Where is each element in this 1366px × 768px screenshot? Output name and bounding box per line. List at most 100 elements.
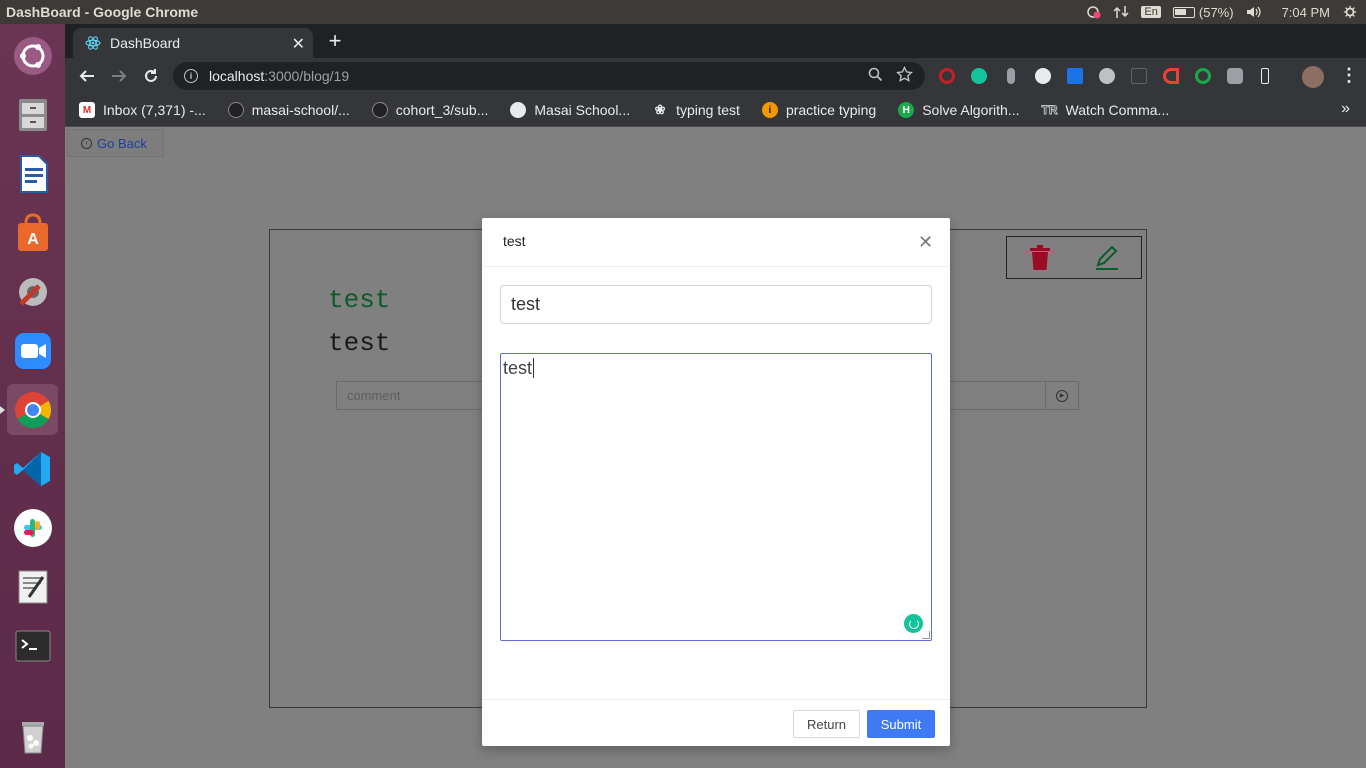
go-back-button[interactable]: ‹ Go Back: [67, 129, 164, 157]
text-editor-icon: [18, 570, 47, 603]
pencil-edit-icon[interactable]: [1095, 245, 1119, 270]
extension-5-icon[interactable]: [1067, 68, 1083, 84]
bookmark-hackerrank[interactable]: H Solve Algorith...: [898, 102, 1020, 118]
forward-button[interactable]: [104, 61, 134, 91]
window-title: DashBoard - Google Chrome: [6, 4, 199, 20]
arrow-left-icon: [79, 70, 94, 82]
reload-button[interactable]: [136, 61, 166, 91]
trash-icon: [21, 721, 44, 753]
launcher-vscode[interactable]: [7, 443, 58, 494]
extension-7-icon[interactable]: [1131, 68, 1147, 84]
go-back-label: Go Back: [97, 135, 147, 151]
typing-icon: i: [761, 102, 778, 118]
launcher-trash[interactable]: [7, 710, 58, 761]
close-icon[interactable]: ✕: [918, 233, 933, 251]
submit-button[interactable]: Submit: [867, 710, 935, 738]
vscode-icon: [13, 451, 50, 486]
bookmark-label: Masai School...: [534, 102, 631, 118]
bookmark-label: masai-school/...: [251, 102, 350, 118]
extension-4-icon[interactable]: [1035, 68, 1051, 84]
running-indicator: [0, 406, 5, 414]
bookmarks-overflow-icon[interactable]: »: [1341, 100, 1350, 118]
launcher-terminal[interactable]: [7, 620, 58, 671]
tab-title: DashBoard: [110, 35, 181, 51]
launcher-zoom[interactable]: [7, 325, 58, 376]
volume-icon[interactable]: [1246, 5, 1262, 19]
bookmark-cohort[interactable]: cohort_3/sub...: [371, 102, 489, 118]
launcher-software-center[interactable]: A: [7, 207, 58, 258]
reload-icon: [145, 69, 157, 82]
body-text: test: [503, 358, 533, 378]
modal-header: test ✕: [482, 218, 950, 267]
blog-body: test: [328, 328, 391, 358]
extension-11-icon[interactable]: [1261, 68, 1269, 84]
zoom-video-icon: [14, 332, 51, 369]
keyboard-layout-indicator[interactable]: En: [1141, 6, 1161, 18]
site-info-icon[interactable]: i: [184, 69, 198, 83]
launcher-slack[interactable]: [7, 502, 58, 553]
bookmark-masai-school[interactable]: Masai School...: [510, 102, 630, 118]
slack-icon: [13, 508, 52, 547]
zoom-magnifier-icon[interactable]: [868, 67, 883, 82]
grammarly-extension-icon[interactable]: [971, 68, 987, 84]
extension-6-icon[interactable]: [1099, 68, 1115, 84]
file-cabinet-icon: [18, 98, 47, 131]
network-icon[interactable]: [1113, 5, 1129, 19]
tab-close-icon[interactable]: ✕: [292, 34, 305, 54]
bookmark-masai-school-github[interactable]: masai-school/...: [227, 102, 350, 118]
bookmark-label: typing test: [676, 102, 740, 118]
notification-icon[interactable]: [1085, 5, 1101, 19]
clock[interactable]: 7:04 PM: [1282, 5, 1330, 20]
new-tab-button[interactable]: +: [323, 30, 347, 53]
bookmark-gmail[interactable]: M Inbox (7,371) -...: [79, 102, 206, 118]
tab-dashboard[interactable]: DashBoard ✕: [73, 28, 313, 58]
bookmarks-bar: M Inbox (7,371) -... masai-school/... coh…: [65, 94, 1366, 127]
extension-10-icon[interactable]: [1227, 68, 1243, 84]
browser-toolbar: i localhost:3000/blog/19 ⋮: [65, 58, 1366, 94]
tr-icon: TR: [1041, 103, 1058, 118]
launcher-text-editor[interactable]: [7, 561, 58, 612]
extension-9-icon[interactable]: [1195, 68, 1211, 84]
bookmark-typing-test[interactable]: ❀ typing test: [652, 102, 740, 118]
launcher-files[interactable]: [7, 89, 58, 140]
launcher-writer[interactable]: [7, 148, 58, 199]
settings-gear-icon: [18, 277, 47, 306]
github-icon: [227, 102, 244, 118]
ubuntu-logo-icon: [13, 36, 52, 75]
bookmark-watch[interactable]: TR Watch Comma...: [1041, 102, 1169, 118]
grammarly-icon[interactable]: [904, 614, 923, 633]
address-bar[interactable]: i localhost:3000/blog/19: [173, 62, 925, 90]
back-button[interactable]: [72, 61, 102, 91]
extension-8-icon[interactable]: [1163, 68, 1179, 84]
modal-title: test: [503, 233, 526, 249]
battery-icon: [1172, 6, 1195, 18]
trash-delete-icon[interactable]: [1029, 244, 1051, 271]
bookmark-label: practice typing: [785, 102, 877, 118]
profile-avatar[interactable]: [1302, 66, 1324, 88]
terminal-icon: [15, 630, 50, 661]
arrow-left-circle-icon: ‹: [81, 137, 92, 149]
return-button[interactable]: Return: [793, 710, 860, 738]
ubuntu-dash-button[interactable]: [7, 30, 58, 81]
launcher-settings[interactable]: [7, 266, 58, 317]
globe-icon: [510, 102, 527, 118]
power-settings-icon[interactable]: [1342, 5, 1358, 19]
bookmark-practice-typing[interactable]: i practice typing: [761, 102, 877, 118]
body-textarea[interactable]: test: [500, 353, 932, 641]
bookmark-label: cohort_3/sub...: [395, 102, 489, 118]
edit-blog-modal: test ✕ test test Return Submit: [482, 218, 950, 746]
resize-handle[interactable]: [922, 631, 930, 639]
bookmark-label: Solve Algorith...: [922, 102, 1020, 118]
title-input[interactable]: test: [500, 285, 932, 324]
paw-icon: ❀: [654, 102, 666, 117]
microphone-extension-icon[interactable]: [1007, 68, 1015, 84]
launcher-chrome[interactable]: [7, 384, 58, 435]
blog-actions: [1006, 236, 1142, 279]
bookmark-star-icon[interactable]: [896, 66, 913, 83]
chrome-menu-icon[interactable]: ⋮: [1340, 65, 1358, 86]
battery-percent: (57%): [1198, 4, 1234, 20]
battery-indicator[interactable]: (57%): [1172, 4, 1234, 20]
comment-send-button[interactable]: ▶: [1045, 381, 1079, 410]
os-top-panel: DashBoard - Google Chrome En (57%) 7:04 …: [0, 0, 1366, 24]
extension-1-icon[interactable]: [939, 68, 955, 84]
